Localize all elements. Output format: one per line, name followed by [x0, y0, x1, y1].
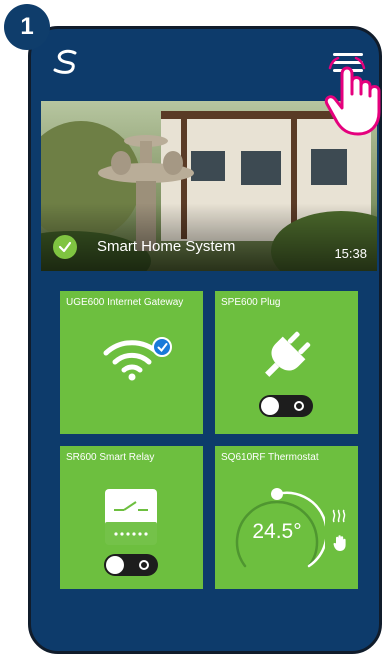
relay-icon: [105, 489, 157, 545]
plug-icon: [265, 331, 311, 377]
device-tile-gateway[interactable]: UGE600 Internet Gateway: [60, 291, 203, 434]
hand-icon: [333, 535, 346, 551]
check-circle-icon: [53, 235, 77, 259]
device-title: SR600 Smart Relay: [66, 452, 155, 463]
connected-check-icon: [152, 337, 172, 357]
heat-waves-icon: [332, 509, 346, 523]
step-number-badge: 1: [4, 4, 50, 50]
device-title: SPE600 Plug: [221, 297, 281, 308]
device-title: SQ610RF Thermostat: [221, 452, 319, 463]
device-title: UGE600 Internet Gateway: [66, 297, 184, 308]
pointing-hand-icon: [324, 56, 381, 136]
device-tile-plug[interactable]: SPE600 Plug: [215, 291, 358, 434]
device-tile-thermostat[interactable]: SQ610RF Thermostat 24.5°: [215, 446, 358, 589]
device-tile-relay[interactable]: SR600 Smart Relay: [60, 446, 203, 589]
plug-toggle[interactable]: [259, 395, 313, 417]
relay-toggle[interactable]: [104, 554, 158, 576]
temperature-value: 24.5°: [252, 520, 302, 543]
salus-logo-icon[interactable]: [51, 49, 81, 75]
hero-title: Smart Home System: [97, 238, 236, 255]
hero-time: 15:38: [334, 246, 367, 261]
